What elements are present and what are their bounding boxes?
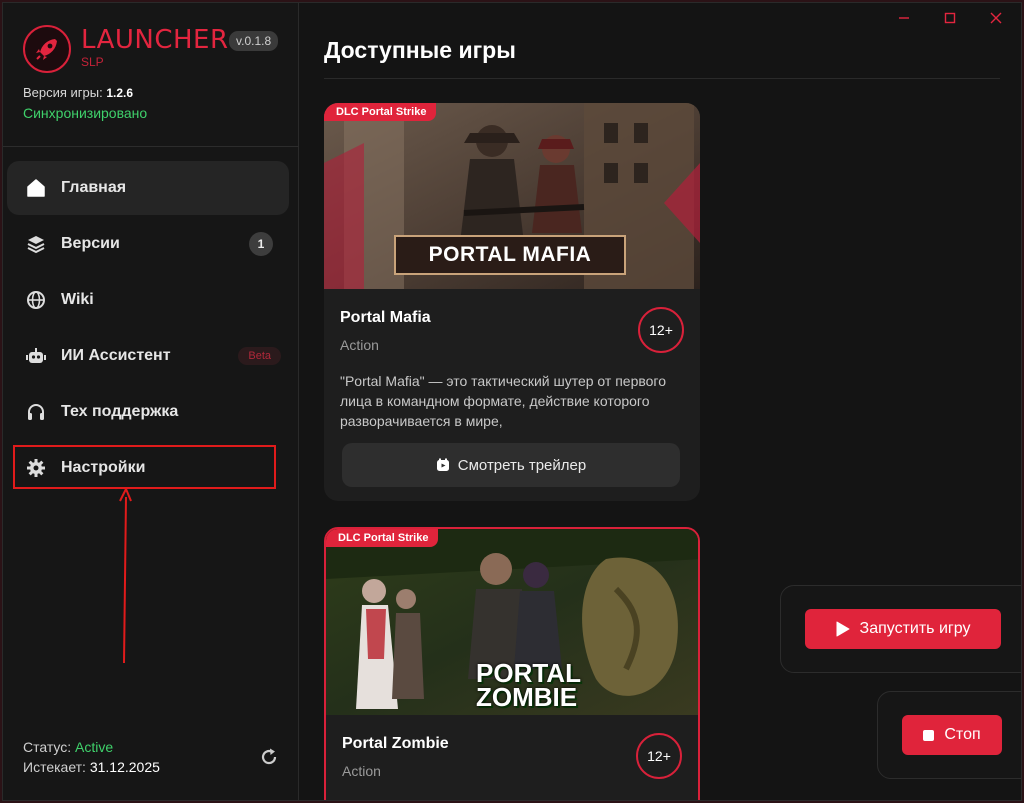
launch-panel: Запустить игру bbox=[780, 585, 1021, 673]
refresh-icon[interactable] bbox=[259, 747, 279, 767]
game-description: "Portal Mafia" — это тактический шутер о… bbox=[340, 373, 667, 429]
status-label: Статус: bbox=[23, 739, 72, 755]
game-card-portal-mafia[interactable]: DLC Portal Strike PORTAL MAFIA Portal Ma… bbox=[324, 103, 700, 501]
sidebar-item-label: Wiki bbox=[61, 291, 94, 308]
sync-status: Синхронизировано bbox=[23, 105, 148, 121]
expires-label: Истекает: bbox=[23, 759, 86, 775]
age-rating-badge: 12+ bbox=[636, 733, 682, 779]
settings-highlight-box bbox=[13, 445, 276, 489]
hero-title: PORTAL ZOMBIE bbox=[476, 660, 581, 712]
annotation-arrow bbox=[119, 487, 132, 664]
game-genre: Action bbox=[342, 763, 381, 779]
logo: LAUNCHER SLP bbox=[23, 25, 229, 73]
sidebar: LAUNCHER SLP v.0.1.8 Версия игры: 1.2.6 … bbox=[3, 3, 299, 800]
game-card-portal-zombie[interactable]: DLC Portal Strike PORTAL ZOMBIE Portal Z… bbox=[324, 527, 700, 800]
license-expiry: Истекает: 31.12.2025 bbox=[23, 759, 160, 775]
beta-badge: Beta bbox=[238, 347, 281, 365]
watch-trailer-button[interactable]: Смотреть трейлер bbox=[342, 443, 680, 487]
versions-count-badge: 1 bbox=[249, 232, 273, 256]
age-rating-badge: 12+ bbox=[638, 307, 684, 353]
launch-game-button[interactable]: Запустить игру bbox=[805, 609, 1001, 649]
sidebar-item-label: Тех поддержка bbox=[61, 403, 179, 420]
stop-label: Стоп bbox=[944, 726, 981, 743]
card-hero-image: DLC Portal Strike PORTAL ZOMBIE bbox=[326, 529, 698, 715]
play-icon bbox=[836, 621, 850, 637]
stop-panel: Стоп bbox=[877, 691, 1021, 779]
game-version-label: Версия игры: bbox=[23, 85, 103, 100]
dlc-tag: DLC Portal Strike bbox=[324, 103, 437, 121]
card-hero-image: DLC Portal Strike PORTAL MAFIA bbox=[324, 103, 700, 289]
stop-icon bbox=[923, 729, 935, 741]
logo-subtitle: SLP bbox=[81, 55, 104, 69]
game-name: Portal Mafia bbox=[340, 309, 431, 326]
launch-label: Запустить игру bbox=[859, 620, 971, 637]
stop-button[interactable]: Стоп bbox=[902, 715, 1002, 755]
hero-title-line2: ZOMBIE bbox=[476, 682, 578, 712]
launcher-version-badge: v.0.1.8 bbox=[229, 31, 279, 51]
globe-icon bbox=[25, 289, 47, 311]
minimize-icon[interactable] bbox=[881, 7, 927, 29]
logo-title: LAUNCHER bbox=[81, 25, 229, 55]
game-version-value: 1.2.6 bbox=[106, 86, 134, 100]
rocket-icon bbox=[23, 25, 71, 73]
sidebar-item-label: ИИ Ассистент bbox=[61, 347, 171, 364]
dlc-tag: DLC Portal Strike bbox=[326, 529, 439, 547]
close-icon[interactable] bbox=[973, 7, 1019, 29]
hero-title: PORTAL MAFIA bbox=[394, 235, 626, 275]
main-content: Доступные игры DLC Portal Strike PORTAL … bbox=[300, 3, 1021, 800]
trailer-label: Смотреть трейлер bbox=[457, 456, 587, 474]
headphones-icon bbox=[25, 401, 47, 423]
sidebar-item-home[interactable]: Главная bbox=[7, 161, 289, 215]
window-controls bbox=[881, 7, 1019, 29]
expires-value: 31.12.2025 bbox=[89, 759, 160, 775]
sidebar-divider bbox=[3, 146, 299, 147]
game-name: Portal Zombie bbox=[342, 735, 449, 752]
layers-icon bbox=[25, 233, 47, 255]
video-icon bbox=[436, 458, 450, 472]
status-value: Active bbox=[75, 739, 114, 755]
sidebar-item-ai-assistant[interactable]: ИИ Ассистент Beta bbox=[7, 329, 289, 383]
title-divider bbox=[324, 78, 1000, 79]
maximize-icon[interactable] bbox=[927, 7, 973, 29]
launcher-window: LAUNCHER SLP v.0.1.8 Версия игры: 1.2.6 … bbox=[2, 2, 1022, 801]
home-icon bbox=[25, 177, 47, 199]
game-genre: Action bbox=[340, 337, 379, 353]
sidebar-item-wiki[interactable]: Wiki bbox=[7, 273, 289, 327]
license-status: Статус: Active bbox=[23, 739, 113, 755]
page-title: Доступные игры bbox=[324, 37, 516, 63]
sidebar-item-versions[interactable]: Версии 1 bbox=[7, 217, 289, 271]
robot-icon bbox=[25, 345, 47, 367]
sidebar-item-label: Главная bbox=[61, 179, 127, 196]
sidebar-item-support[interactable]: Тех поддержка bbox=[7, 385, 289, 439]
game-version: Версия игры: 1.2.6 bbox=[23, 85, 133, 100]
sidebar-item-label: Версии bbox=[61, 235, 120, 252]
